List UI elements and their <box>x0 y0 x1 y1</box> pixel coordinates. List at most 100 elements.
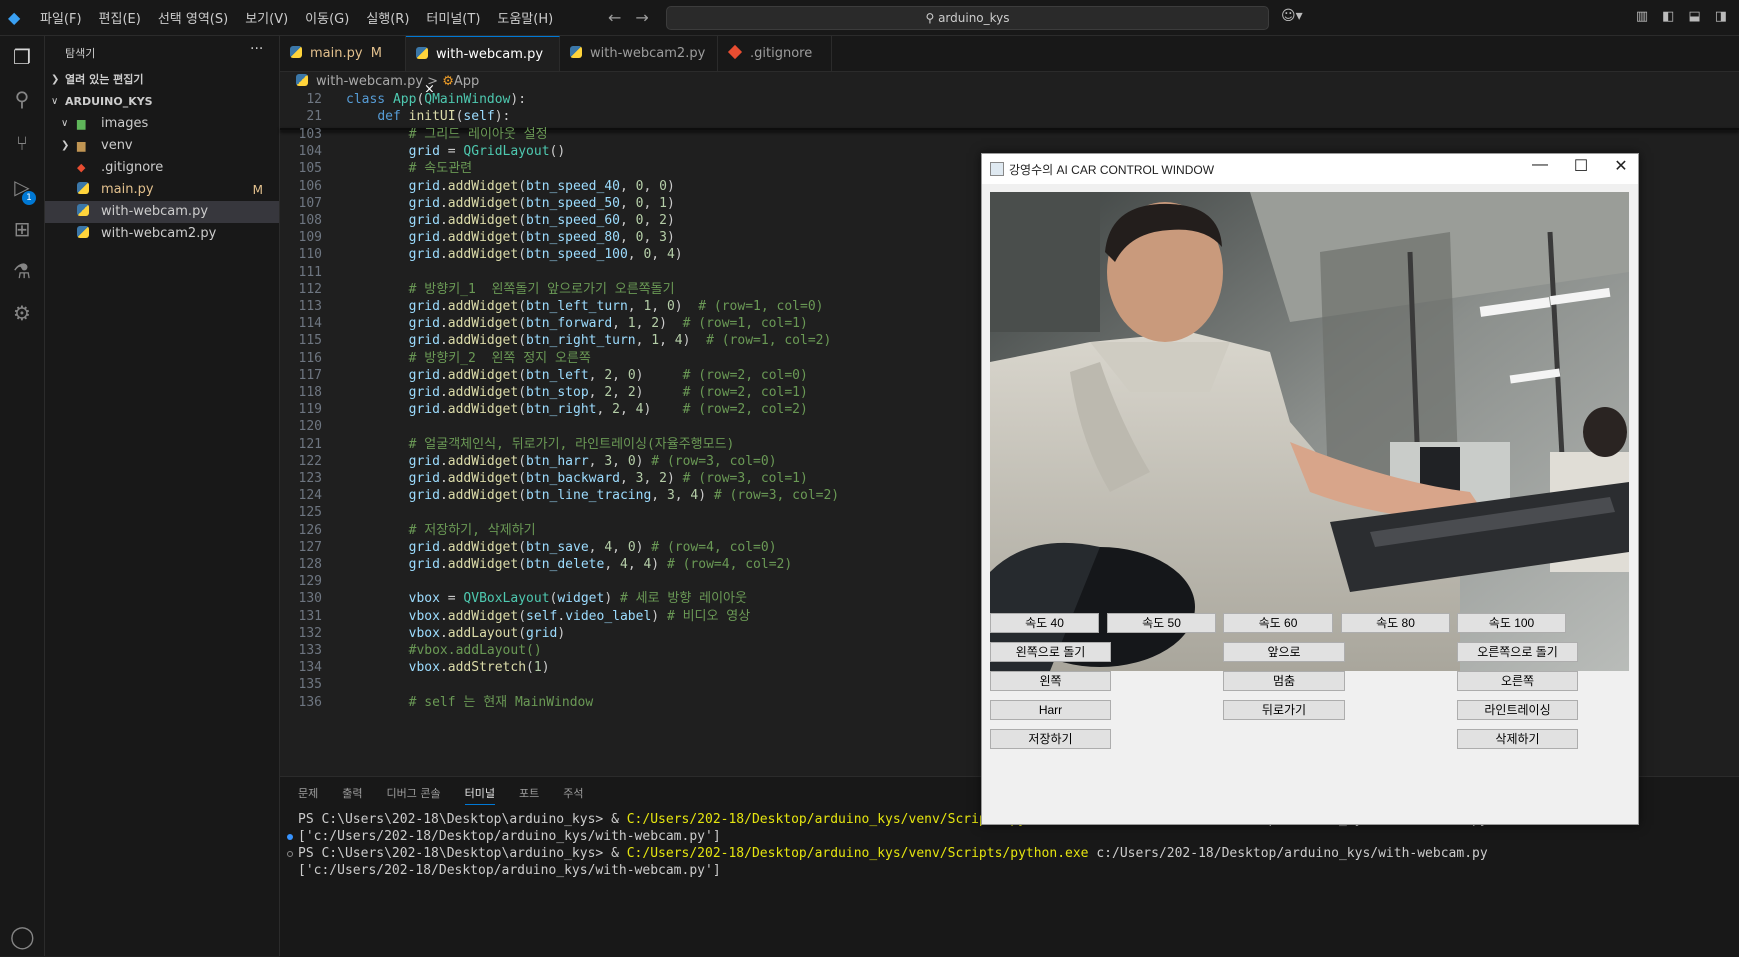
code-token: btn_speed_100 <box>526 247 628 263</box>
toggle-panel-icon[interactable]: ⬓ <box>1688 9 1700 24</box>
maximize-button[interactable]: ☐ <box>1566 156 1596 176</box>
code-token: . <box>439 608 448 624</box>
tree-item-with-webcam-py[interactable]: with-webcam.py <box>45 201 279 223</box>
command-center-search[interactable]: ⚲ arduino_kys <box>666 6 1269 30</box>
code-text: grid.addWidget(btn_line_tracing, 3, 4) #… <box>346 486 840 505</box>
code-token: ) <box>557 625 566 641</box>
menu-item[interactable]: 이동(G) <box>305 8 349 27</box>
line-number: 115 <box>298 333 322 349</box>
tree-item-venv[interactable]: ❯ ▆ venv <box>45 135 279 157</box>
breadcrumb-symbol[interactable]: App <box>454 74 479 89</box>
code-token: , <box>643 213 660 228</box>
backward-button[interactable]: 뒤로가기 <box>1223 700 1345 720</box>
toggle-secondary-sidebar-icon[interactable]: ◨ <box>1715 9 1727 24</box>
speed-100-button[interactable]: 속도 100 <box>1457 613 1566 633</box>
menu-item[interactable]: 선택 영역(S) <box>158 8 228 27</box>
menu-item[interactable]: 도움말(H) <box>497 8 553 27</box>
menu-item[interactable]: 실행(R) <box>366 8 409 27</box>
code-token: grid <box>408 557 440 572</box>
python-icon <box>296 74 308 86</box>
code-token: ( <box>518 539 527 555</box>
panel-tab[interactable]: 주석 <box>563 787 583 800</box>
toggle-sidebar-icon[interactable]: ◧ <box>1662 9 1674 24</box>
extensions-icon[interactable]: ⊞ <box>9 216 35 242</box>
close-button[interactable]: ✕ <box>1606 156 1636 176</box>
code-token: addStretch <box>447 660 527 676</box>
source-control-icon[interactable]: ⑂ <box>9 130 35 156</box>
tree-item-with-webcam2-py[interactable]: with-webcam2.py <box>45 223 279 245</box>
save-button[interactable]: 저장하기 <box>990 729 1111 749</box>
right-turn-button[interactable]: 오른쪽으로 돌기 <box>1457 642 1578 662</box>
account-icon[interactable]: ◯ <box>10 925 35 950</box>
left-turn-button[interactable]: 왼쪽으로 돌기 <box>990 642 1111 662</box>
code-token: # (row=2, col=0) <box>682 367 808 383</box>
menu-item[interactable]: 터미널(T) <box>426 8 480 27</box>
speed-80-button[interactable]: 속도 80 <box>1341 613 1450 633</box>
panel-tab[interactable]: 포트 <box>519 787 539 800</box>
code-token: grid <box>408 247 440 263</box>
code-text: grid.addWidget(btn_left_turn, 1, 0) # (r… <box>346 297 824 316</box>
tab-gitignore[interactable]: .gitignore <box>718 36 832 71</box>
speed-40-button[interactable]: 속도 40 <box>990 613 1099 633</box>
code-token: . <box>439 453 448 469</box>
minimize-button[interactable]: — <box>1525 156 1555 174</box>
panel-tab[interactable]: 출력 <box>342 787 362 800</box>
speed-50-button[interactable]: 속도 50 <box>1107 613 1216 633</box>
panel-tab[interactable]: 문제 <box>298 787 318 800</box>
stop-button[interactable]: 멈춤 <box>1223 671 1345 691</box>
harr-button[interactable]: Harr <box>990 700 1111 720</box>
right-button[interactable]: 오른쪽 <box>1457 671 1578 691</box>
speed-60-button[interactable]: 속도 60 <box>1223 613 1333 633</box>
copilot-icon[interactable]: ☺▾ <box>1281 8 1303 24</box>
code-token: , <box>635 316 652 332</box>
forward-arrow-icon[interactable]: → <box>635 8 648 27</box>
panel-tab[interactable]: 디버그 콘솔 <box>387 787 441 800</box>
terminal-line: ['c:/Users/202-18/Desktop/arduino_kys/wi… <box>298 828 1488 845</box>
code-text: def initUI(self): <box>346 107 510 126</box>
menu-item[interactable]: 보기(V) <box>245 8 288 27</box>
panel-tab[interactable]: 터미널 <box>464 787 495 805</box>
forward-button[interactable]: 앞으로 <box>1223 642 1345 662</box>
tab-with-webcam-py[interactable]: with-webcam.py × <box>406 36 560 97</box>
line-number: 109 <box>298 230 322 246</box>
code-token: btn_left <box>526 367 589 383</box>
testing-icon[interactable]: ⚗ <box>9 258 35 284</box>
back-arrow-icon[interactable]: ← <box>608 8 621 27</box>
line-tracing-button[interactable]: 라인트레이싱 <box>1457 700 1578 720</box>
code-text: grid.addWidget(btn_speed_100, 0, 4) <box>346 245 683 264</box>
terminal-line: PS C:\Users\202-18\Desktop\arduino_kys> … <box>298 845 1488 862</box>
window-title: 강영수의 AI CAR CONTROL WINDOW <box>1009 163 1215 177</box>
run-debug-icon[interactable]: ▷ <box>9 174 35 200</box>
tree-item-images[interactable]: ∨ ▆ images <box>45 113 279 135</box>
code-token: grid <box>408 539 440 555</box>
code-token: . <box>557 608 566 624</box>
code-text: #vbox.addLayout() <box>346 641 542 660</box>
more-actions-icon[interactable]: ··· <box>250 41 263 57</box>
tab-main-py[interactable]: main.py M <box>280 36 406 71</box>
workspace-root[interactable]: ∨ ARDUINO_KYS <box>45 91 279 113</box>
code-text: # self 는 현재 MainWindow <box>346 693 594 712</box>
menu-item[interactable]: 파일(F) <box>40 8 82 27</box>
tab-with-webcam2-py[interactable]: with-webcam2.py <box>560 36 718 71</box>
tree-item-main-py[interactable]: main.py M <box>45 179 279 201</box>
code-token: ) <box>651 557 667 572</box>
code-token: addWidget <box>447 557 519 572</box>
code-token: # 세로 방향 레이아웃 <box>619 591 747 607</box>
line-number: 105 <box>298 161 322 177</box>
open-editors-section[interactable]: ❯ 열려 있는 편집기 <box>45 69 279 91</box>
breadcrumb-file[interactable]: with-webcam.py <box>316 74 423 89</box>
left-button[interactable]: 왼쪽 <box>990 671 1111 691</box>
search-icon[interactable]: ⚲ <box>9 86 35 112</box>
layout-icon[interactable]: ▥ <box>1636 9 1648 24</box>
code-token: , <box>588 367 605 383</box>
menu-item[interactable]: 편집(E) <box>99 8 141 27</box>
tree-item-gitignore[interactable]: ◆ .gitignore <box>45 157 279 179</box>
explorer-icon[interactable]: ❐ <box>9 44 35 70</box>
delete-button[interactable]: 삭제하기 <box>1457 729 1578 749</box>
remote-explorer-icon[interactable]: ⚙ <box>9 300 35 326</box>
